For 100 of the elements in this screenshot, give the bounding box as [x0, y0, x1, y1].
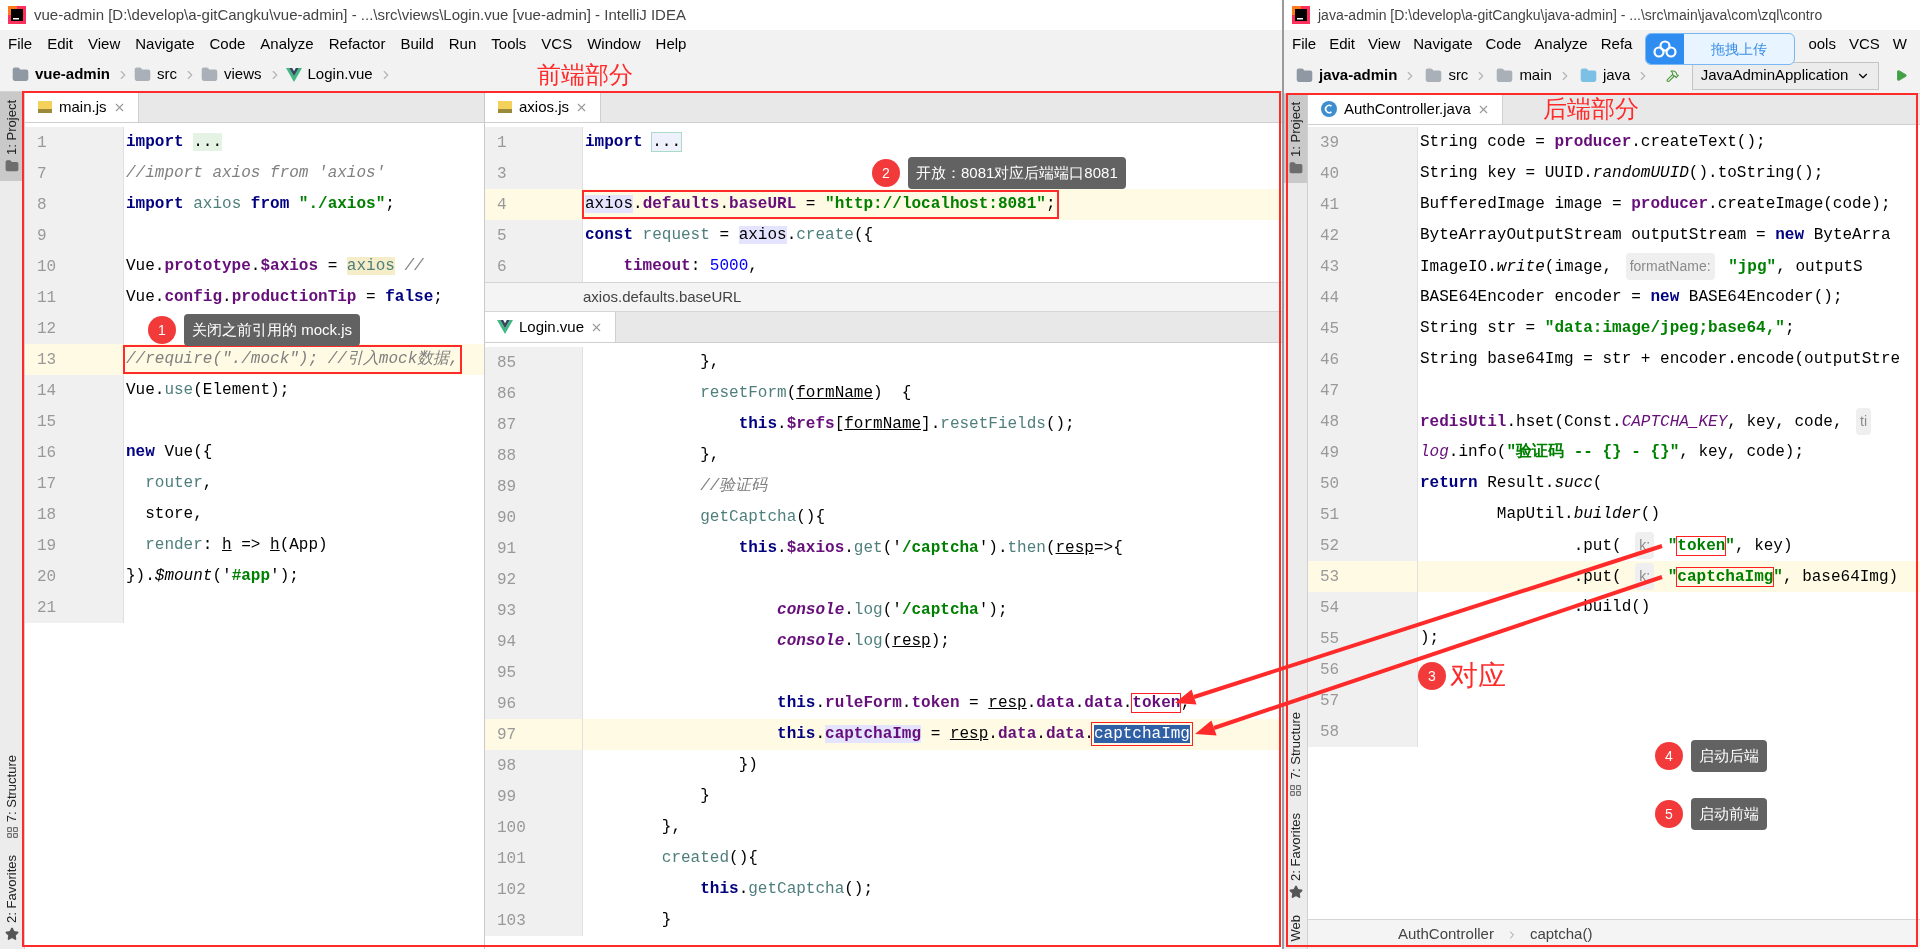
line-number: 7 [25, 158, 124, 189]
code-breadcrumb[interactable]: axios.defaults.baseURL [583, 285, 742, 309]
line-number: 41 [1308, 189, 1418, 220]
menu-item[interactable]: Navigate [135, 32, 195, 56]
tool-window-tab[interactable]: Web [1284, 906, 1307, 949]
line-number: 15 [25, 406, 124, 437]
menu-item[interactable]: ools [1808, 32, 1836, 56]
menu-item[interactable]: Run [448, 32, 477, 56]
breadcrumb-item[interactable]: src [157, 63, 177, 86]
code-line: } [699, 786, 711, 807]
code-line: axios.defaults.baseURL = "http://localhost:8081"; [583, 191, 1058, 218]
line-number: 90 [485, 502, 583, 533]
line-number: 21 [25, 592, 124, 623]
code-line: this.captchaImg = resp.data.data.captchaImg [776, 724, 1191, 745]
run-configuration-dropdown[interactable]: JavaAdminApplication [1691, 61, 1880, 90]
code-line: BASE64Encoder encoder = new BASE64Encoder(); [1419, 287, 1844, 308]
menu-item[interactable]: VCS [541, 32, 573, 56]
breadcrumb-item[interactable]: vue-admin [35, 63, 110, 86]
menu-item[interactable]: Code [1485, 32, 1522, 56]
annotation-tooltip: 开放：8081对应后端端口8081 [908, 157, 1126, 189]
tool-window-tab[interactable]: 7: Structure [0, 746, 24, 848]
line-number: 1 [485, 127, 583, 158]
menu-item[interactable]: W [1892, 32, 1907, 56]
line-number: 52 [1308, 530, 1418, 561]
line-number: 39 [1308, 127, 1418, 158]
menu-item[interactable]: File [8, 32, 33, 56]
editor-tab[interactable]: AuthController.java [1308, 94, 1503, 124]
code-line: console.log(resp); [776, 631, 951, 652]
line-number: 91 [485, 533, 583, 564]
menu-item[interactable]: Analyze [260, 32, 314, 56]
code-line: Vue.config.productionTip = false; [125, 287, 444, 308]
line-number: 5 [485, 220, 583, 251]
menu-item[interactable]: Build [400, 32, 434, 56]
line-number: 42 [1308, 220, 1418, 251]
menu-item[interactable]: Refactor [328, 32, 386, 56]
editor-tab[interactable]: Login.vue [485, 312, 617, 342]
code-line: }, [699, 352, 721, 373]
breadcrumb-item[interactable]: main [1519, 64, 1552, 87]
breadcrumb-item[interactable]: src [1448, 64, 1469, 87]
menu-item[interactable]: Edit [47, 32, 74, 56]
annotation-tooltip: 关闭之前引用的 mock.js [184, 314, 360, 346]
code-line: const request = axios.create({ [584, 225, 875, 246]
code-line: String key = UUID.randomUUID().toString(); [1419, 163, 1825, 184]
vue-logo-icon [497, 320, 513, 334]
code-line: import axios from "./axios"; [125, 194, 396, 215]
tool-window-tab[interactable]: 2: Favorites [0, 847, 24, 949]
star-icon [5, 927, 19, 941]
window-title: vue-admin [D:\develop\a-gitCangku\vue-admin] - ...\src\views\Login.vue [vue-admin] - IntelliJ IDEA [34, 4, 686, 25]
menu-item[interactable]: Code [209, 32, 246, 56]
menu-item[interactable]: View [88, 32, 121, 56]
code-line: render: h => h(App) [144, 535, 329, 556]
folder-icon [5, 158, 19, 173]
menu-item[interactable]: Window [587, 32, 641, 56]
editor-tab[interactable]: axios.js [485, 92, 602, 122]
breadcrumb-item[interactable]: java-admin [1319, 64, 1398, 87]
menu-item[interactable]: Analyze [1534, 32, 1588, 56]
line-number: 102 [485, 874, 583, 905]
line-number: 44 [1308, 282, 1418, 313]
code-breadcrumb[interactable]: AuthController [1398, 923, 1494, 946]
line-number: 51 [1308, 499, 1418, 530]
code-line: //require("./mock"); //引入mock数据, [124, 346, 461, 373]
line-number: 46 [1308, 344, 1418, 375]
menu-item[interactable]: Tools [491, 32, 527, 56]
line-number: 103 [485, 905, 583, 936]
menu-item[interactable]: File [1292, 32, 1317, 56]
menu-item[interactable]: Navigate [1413, 32, 1473, 56]
code-line: String code = producer.createText(); [1419, 132, 1767, 153]
tool-window-tab[interactable]: 7: Structure [1284, 704, 1307, 805]
line-number: 47 [1308, 375, 1418, 406]
code-line: }).$mount('#app'); [125, 566, 300, 587]
line-number: 6 [485, 251, 583, 282]
line-number: 43 [1308, 251, 1418, 282]
code-line: Vue.prototype.$axios = axios // [125, 256, 425, 277]
code-breadcrumb[interactable]: captcha() [1529, 923, 1593, 946]
menu-item[interactable]: Edit [1329, 32, 1356, 56]
run-icon[interactable] [1895, 67, 1908, 84]
breadcrumb-item[interactable]: Login.vue [307, 63, 373, 86]
breadcrumb-item[interactable]: java [1602, 64, 1631, 87]
line-number: 50 [1308, 468, 1418, 499]
menu-item[interactable]: View [1368, 32, 1401, 56]
code-line: this.$refs[formName].resetFields(); [737, 414, 1076, 435]
editor-tab[interactable]: main.js [25, 92, 139, 122]
line-number: 1 [25, 127, 124, 158]
breadcrumb-item[interactable]: views [224, 63, 262, 86]
js-file-icon [37, 99, 53, 115]
tool-window-tab[interactable]: 2: Favorites [1284, 804, 1307, 907]
code-line: MapUtil.builder() [1495, 504, 1662, 525]
tool-window-tab[interactable]: 1: Project [0, 92, 24, 181]
line-number: 20 [25, 561, 124, 592]
menu-item[interactable]: Help [655, 32, 687, 56]
menu-item[interactable]: VCS [1848, 32, 1880, 56]
code-line: Vue.use(Element); [125, 380, 291, 401]
menu-item[interactable]: Refa [1600, 32, 1633, 56]
code-line: }) [737, 755, 759, 776]
code-line: ); [1419, 628, 1441, 649]
project-folder-icon [12, 66, 29, 83]
folder-icon [1288, 160, 1303, 175]
code-line: store, [144, 504, 204, 525]
js-file-icon [497, 99, 513, 115]
folder-icon [1425, 67, 1443, 84]
